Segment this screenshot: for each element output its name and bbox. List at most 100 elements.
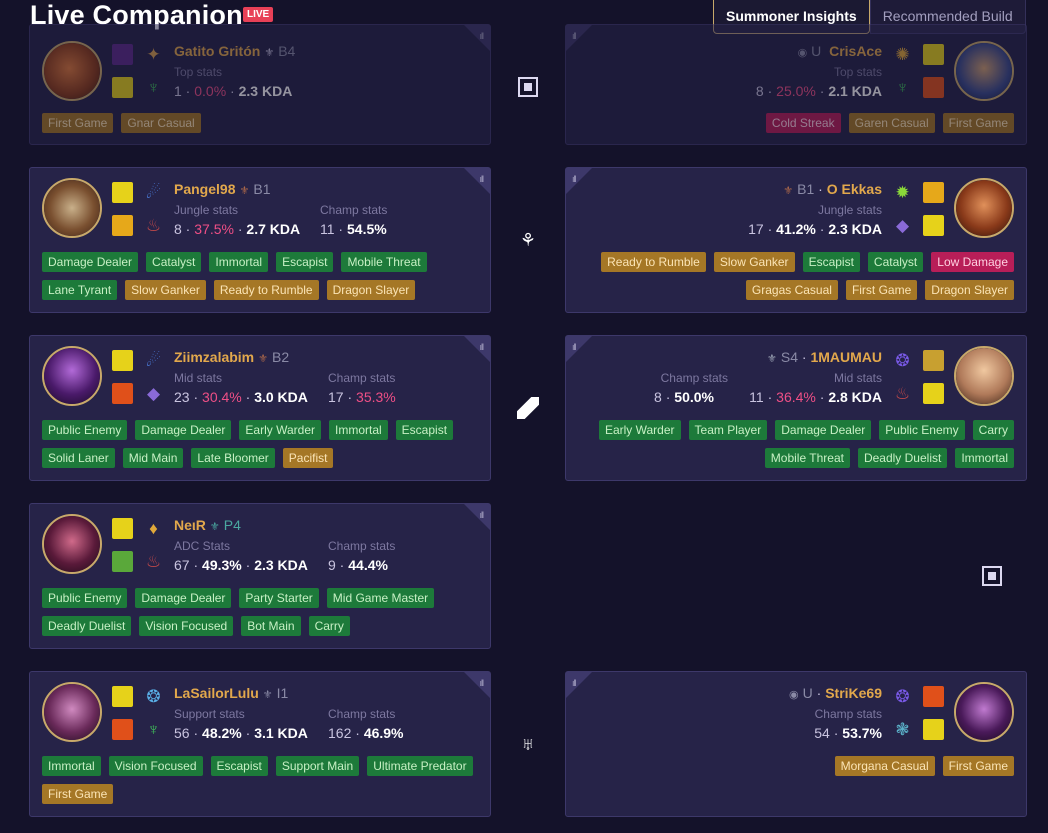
player-tag[interactable]: First Game: [942, 756, 1014, 776]
player-tag[interactable]: Ultimate Predator: [367, 756, 473, 776]
player-rank: B1: [253, 181, 271, 197]
player-tag[interactable]: Party Starter: [239, 588, 319, 608]
player-tag[interactable]: Early Warder: [598, 420, 681, 440]
player-tag[interactable]: Escapist: [395, 420, 454, 440]
player-tag[interactable]: Deadly Duelist: [42, 616, 132, 636]
player-tag[interactable]: Slow Ganker: [713, 252, 795, 272]
player-tag[interactable]: Cold Streak: [765, 113, 841, 133]
rune-keystone-icon: ✺: [895, 45, 910, 64]
player-tag[interactable]: First Game: [42, 113, 114, 133]
rune-keystone-icon: ❂: [146, 687, 161, 706]
player-tag[interactable]: Solid Laner: [42, 448, 115, 468]
player-tag[interactable]: Lane Tyrant: [42, 280, 118, 300]
player-tag[interactable]: Ready to Rumble: [213, 280, 319, 300]
player-tag[interactable]: Public Enemy: [42, 588, 128, 608]
player-name[interactable]: Ziimzalabim: [174, 349, 254, 365]
player-tag[interactable]: Bot Main: [241, 616, 301, 636]
bar-stats-icon[interactable]: ıll: [480, 510, 484, 520]
champ-stats-value: 17 · 35.3%: [328, 389, 396, 405]
player-name[interactable]: CrisAce: [829, 43, 882, 59]
player-tag[interactable]: Damage Dealer: [775, 420, 872, 440]
win-rate: 41.2%: [776, 221, 816, 237]
player-tag[interactable]: Public Enemy: [42, 420, 128, 440]
player-tag[interactable]: Slow Ganker: [125, 280, 206, 300]
player-tag[interactable]: Immortal: [329, 420, 388, 440]
bar-stats-icon[interactable]: ıll: [480, 678, 484, 688]
player-name[interactable]: NeιR: [174, 517, 206, 533]
player-tag[interactable]: Damage Dealer: [135, 588, 232, 608]
player-card-left-adc[interactable]: ıll ♦ ♨ NeιR ⚜ P4 ADC Stats 67 · 49.3% · 2…: [29, 503, 491, 649]
player-card-left-jungle[interactable]: ıll ☄ ♨ Pangel98 ⚜ B1 Jungle stats 8 · 37.…: [29, 167, 491, 313]
player-card-right-jungle[interactable]: ıll ✹ ◆ ⚜ B1 · O Ekkas Jungle stats 17 · …: [565, 167, 1027, 313]
rank-emblem-icon: ⚜: [783, 185, 794, 197]
player-tag[interactable]: Low Damage: [931, 252, 1014, 272]
bar-stats-icon[interactable]: ıll: [572, 31, 576, 41]
player-tag[interactable]: Damage Dealer: [42, 252, 139, 272]
player-name-line: Ziimzalabim ⚜ B2: [174, 349, 289, 365]
role-stats-label: Mid stats: [174, 371, 223, 385]
bar-stats-icon[interactable]: ıll: [572, 342, 576, 352]
player-tag[interactable]: Immortal: [42, 756, 101, 776]
kda: 2.8 KDA: [828, 389, 882, 405]
player-card-left-mid[interactable]: ıll ☄ ◆ Ziimzalabim ⚜ B2 Mid stats 23 · 30…: [29, 335, 491, 481]
player-tag[interactable]: Immortal: [209, 252, 269, 272]
player-tag[interactable]: Late Bloomer: [191, 448, 275, 468]
player-tag[interactable]: Pacifist: [282, 448, 334, 468]
bar-stats-icon[interactable]: ıll: [480, 174, 484, 184]
player-name[interactable]: Gatito Gritón: [174, 43, 260, 59]
player-tag[interactable]: First Game: [845, 280, 918, 300]
player-name[interactable]: LaSailorLulu: [174, 685, 259, 701]
player-tag[interactable]: Support Main: [275, 756, 360, 776]
player-tag[interactable]: Mobile Threat: [341, 252, 427, 272]
player-tag[interactable]: Mid Game Master: [326, 588, 435, 608]
player-tag[interactable]: Mobile Threat: [764, 448, 850, 468]
player-tag[interactable]: Escapist: [276, 252, 334, 272]
player-tag[interactable]: Escapist: [802, 252, 860, 272]
player-tag[interactable]: Catalyst: [867, 252, 924, 272]
player-rank: B1: [797, 181, 815, 197]
player-name[interactable]: Pangel98: [174, 181, 235, 197]
bar-stats-icon[interactable]: ıll: [480, 342, 484, 352]
player-card-right-mid[interactable]: ıll ❂ ♨ ⚜ S4 · 1MAUMAU Mid stats 11 · 36.…: [565, 335, 1027, 481]
games-count: 8: [174, 221, 182, 237]
player-card-right-support[interactable]: ıll ❂ ❃ ◉ U · StriKe69 Champ stats 54 · 5…: [565, 671, 1027, 817]
bar-stats-icon[interactable]: ıll: [572, 678, 576, 688]
player-tag[interactable]: Carry: [308, 616, 350, 636]
player-tag[interactable]: First Game: [42, 784, 114, 804]
player-tag[interactable]: Gnar Casual: [121, 113, 201, 133]
player-tag[interactable]: First Game: [942, 113, 1014, 133]
player-tag[interactable]: Damage Dealer: [135, 420, 232, 440]
player-tag[interactable]: Mid Main: [122, 448, 184, 468]
player-name[interactable]: O Ekkas: [827, 181, 882, 197]
player-tag[interactable]: Escapist: [210, 756, 268, 776]
player-tag[interactable]: Vision Focused: [108, 756, 203, 776]
player-tag[interactable]: Garen Casual: [848, 113, 935, 133]
rune-secondary-icon: ❃: [895, 720, 910, 739]
player-tag[interactable]: Ready to Rumble: [601, 252, 706, 272]
games-count: 11: [320, 221, 335, 237]
player-tag[interactable]: Early Warder: [239, 420, 321, 440]
player-name-line: ◉ U · StriKe69: [789, 685, 882, 701]
player-name[interactable]: 1MAUMAU: [810, 349, 882, 365]
player-tag[interactable]: Deadly Duelist: [857, 448, 948, 468]
player-name[interactable]: StriKe69: [825, 685, 882, 701]
bar-stats-icon[interactable]: ıll: [480, 31, 484, 41]
player-card-left-top[interactable]: ıll ✦ ♆ Gatito Gritón ⚜ B4 Top stats 1 · 0…: [29, 24, 491, 145]
player-tag[interactable]: Dragon Slayer: [326, 280, 416, 300]
player-tag[interactable]: Catalyst: [146, 252, 202, 272]
player-tag[interactable]: Carry: [972, 420, 1014, 440]
player-tag[interactable]: Dragon Slayer: [925, 280, 1014, 300]
player-tag[interactable]: Public Enemy: [879, 420, 965, 440]
player-tag[interactable]: Immortal: [955, 448, 1014, 468]
player-card-left-support[interactable]: ıll ❂ ♆ LaSailorLulu ⚜ I1 Support stats 56…: [29, 671, 491, 817]
player-tag[interactable]: Gragas Casual: [745, 280, 838, 300]
rank-emblem-icon: ⚜: [258, 353, 269, 365]
bar-stats-icon[interactable]: ıll: [572, 174, 576, 184]
player-tag[interactable]: Team Player: [688, 420, 768, 440]
player-tag[interactable]: Morgana Casual: [834, 756, 935, 776]
summoner-spell-icon: [112, 44, 133, 65]
player-tag[interactable]: Vision Focused: [139, 616, 234, 636]
player-card-right-top[interactable]: ıll ✺ ♆ ◉ U CrisAce Top stats 8 · 25.0% ·…: [565, 24, 1027, 145]
kda: 2.3 KDA: [254, 557, 308, 573]
rune-keystone-icon: ☄: [145, 351, 162, 370]
